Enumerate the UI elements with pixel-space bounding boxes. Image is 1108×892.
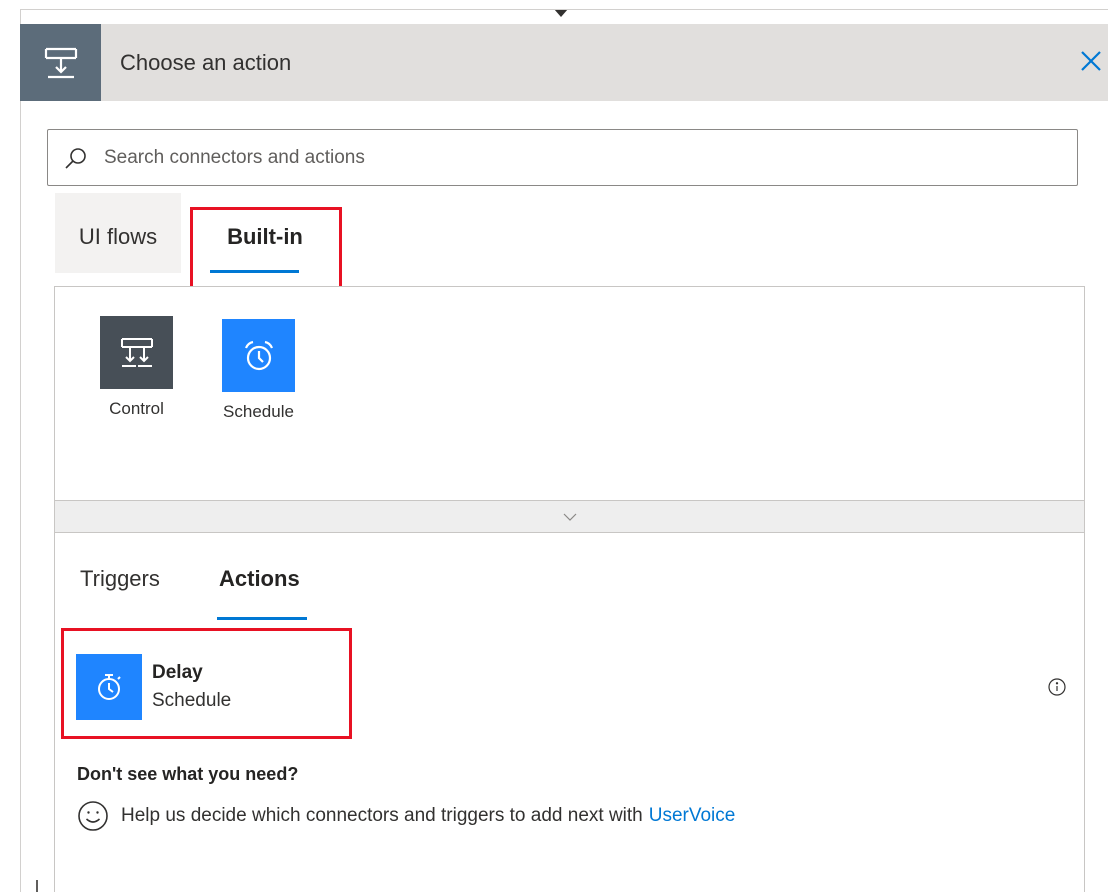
dont-see-heading: Don't see what you need? bbox=[77, 764, 299, 784]
tab-actions-underline bbox=[217, 617, 307, 620]
tab-triggers[interactable]: Triggers bbox=[80, 566, 160, 592]
connector-label-schedule: Schedule bbox=[223, 402, 294, 421]
highlight-box-delay bbox=[61, 628, 352, 739]
tab-actions[interactable]: Actions bbox=[219, 566, 300, 592]
scroll-edge-marker bbox=[36, 880, 38, 892]
connector-label-control: Control bbox=[109, 399, 164, 418]
smiley-icon bbox=[78, 801, 108, 831]
card-header: Choose an action bbox=[20, 24, 1108, 101]
chevron-down-icon bbox=[563, 513, 576, 521]
uservoice-link[interactable]: UserVoice bbox=[649, 805, 736, 827]
search-box[interactable] bbox=[47, 129, 1078, 186]
info-icon[interactable] bbox=[1048, 678, 1066, 696]
help-text: Help us decide which connectors and trig… bbox=[121, 805, 643, 826]
tab-ui-flows[interactable]: UI flows bbox=[55, 193, 181, 273]
connector-control[interactable]: Control bbox=[100, 316, 173, 419]
close-icon bbox=[1081, 51, 1101, 71]
help-row: Help us decide which connectors and trig… bbox=[77, 800, 735, 832]
page-title: Choose an action bbox=[120, 50, 292, 75]
search-icon bbox=[65, 148, 86, 169]
collapse-bar[interactable] bbox=[54, 501, 1085, 532]
control-icon bbox=[20, 24, 101, 101]
control-icon bbox=[100, 316, 173, 389]
connectors-panel: Control Schedule bbox=[54, 286, 1085, 501]
search-input[interactable] bbox=[104, 131, 1064, 184]
close-button[interactable] bbox=[1074, 44, 1108, 78]
alarm-clock-icon bbox=[222, 319, 295, 392]
connector-schedule[interactable]: Schedule bbox=[222, 319, 295, 422]
